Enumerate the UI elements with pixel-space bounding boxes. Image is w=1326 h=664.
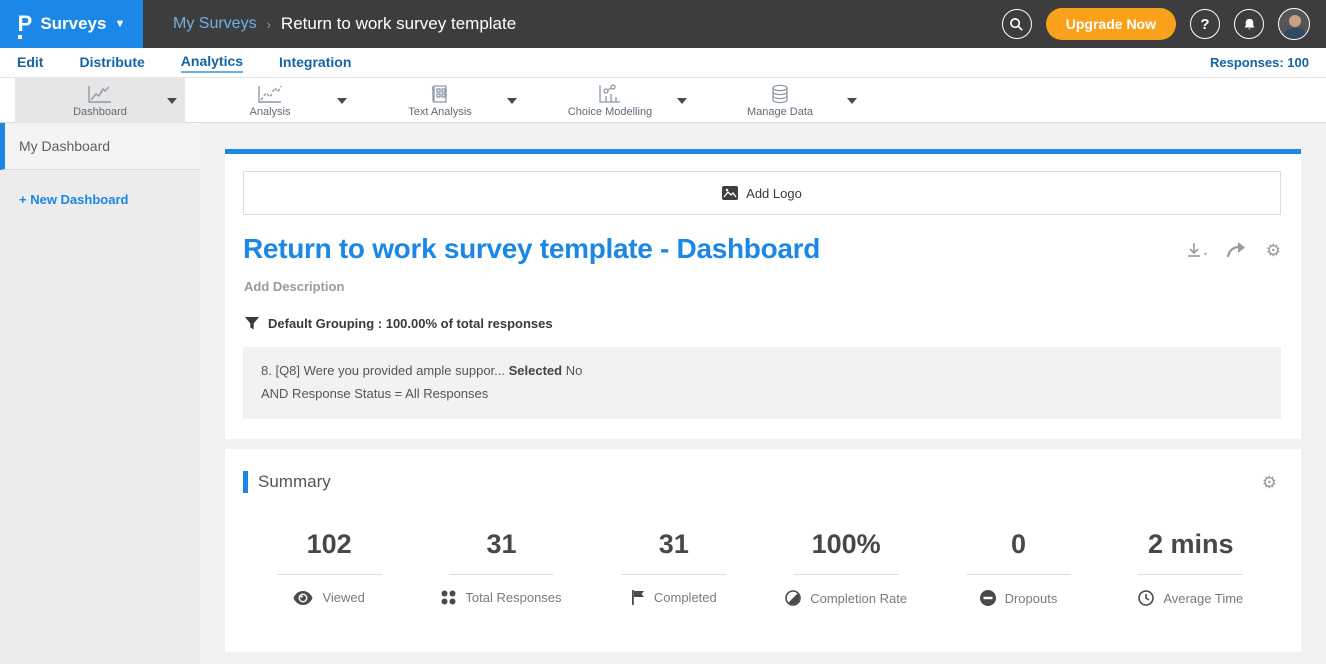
app-name: Surveys [40, 14, 106, 34]
chevron-down-icon[interactable] [337, 98, 347, 104]
toolbar-text-analysis[interactable]: Text Analysis [355, 78, 525, 123]
stat-label: Total Responses [465, 590, 561, 605]
add-description-button[interactable]: Add Description [244, 279, 1281, 294]
minus-circle-icon [980, 590, 996, 606]
top-header: P Surveys ▼ My Surveys › Return to work … [0, 0, 1326, 48]
chevron-down-icon[interactable] [847, 98, 857, 104]
database-icon [770, 84, 790, 104]
breadcrumb: My Surveys › Return to work survey templ… [173, 14, 516, 34]
dashboard-header-card: Add Logo Return to work survey template … [225, 149, 1301, 439]
stat-total-responses: 31 Total Responses [415, 529, 587, 606]
stat-label: Completion Rate [810, 591, 907, 606]
half-circle-icon [785, 590, 801, 606]
filter-funnel-icon [245, 317, 259, 331]
new-dashboard-button[interactable]: + New Dashboard [0, 170, 200, 207]
stat-label: Average Time [1163, 591, 1243, 606]
stat-label: Completed [654, 590, 717, 605]
stat-viewed: 102 Viewed [243, 529, 415, 606]
summary-title: Summary [258, 472, 331, 492]
image-icon [722, 186, 738, 200]
responses-count[interactable]: Responses: 100 [1210, 55, 1309, 70]
stat-value: 100% [812, 529, 881, 560]
settings-gear-icon[interactable]: ⚙ [1266, 242, 1281, 259]
stat-value: 102 [307, 529, 352, 560]
stat-completion-rate: 100% Completion Rate [760, 529, 932, 606]
toolbar-choice-modelling[interactable]: Choice Modelling [525, 78, 695, 123]
scatter-chart-icon [598, 84, 622, 104]
eye-icon [293, 591, 313, 605]
summary-stats: 102 Viewed 31 [243, 529, 1277, 606]
stat-label: Dropouts [1005, 591, 1058, 606]
breadcrumb-separator: › [267, 17, 271, 32]
share-icon[interactable] [1226, 241, 1248, 259]
dashboard-title[interactable]: Return to work survey template - Dashboa… [243, 233, 820, 265]
tab-integration[interactable]: Integration [279, 54, 351, 72]
stat-average-time: 2 mins Average Time [1105, 529, 1277, 606]
toolbar-manage-data[interactable]: Manage Data [695, 78, 865, 123]
tab-edit[interactable]: Edit [17, 54, 43, 72]
sidebar-item-my-dashboard[interactable]: My Dashboard [0, 123, 200, 170]
filter-condition-1: 8. [Q8] Were you provided ample suppor..… [261, 359, 1263, 382]
filter-condition-2: AND Response Status = All Responses [261, 382, 1263, 405]
breadcrumb-current: Return to work survey template [281, 14, 516, 34]
flag-icon [631, 590, 645, 605]
add-logo-button[interactable]: Add Logo [243, 171, 1281, 215]
default-grouping-label[interactable]: Default Grouping : 100.00% of total resp… [268, 316, 553, 331]
help-icon[interactable]: ? [1190, 9, 1220, 39]
dashboard-content: Add Logo Return to work survey template … [200, 123, 1326, 664]
dots-grid-icon [441, 590, 456, 605]
summary-card: Summary ⚙ 102 Viewed 31 [225, 449, 1301, 652]
line-chart-icon [87, 84, 113, 104]
summary-settings-gear-icon[interactable]: ⚙ [1262, 474, 1277, 491]
search-icon[interactable] [1002, 9, 1032, 39]
header-actions: Upgrade Now ? [1002, 8, 1326, 40]
app-logo[interactable]: P Surveys ▼ [0, 0, 143, 48]
stat-dropouts: 0 Dropouts [932, 529, 1104, 606]
tab-analytics[interactable]: Analytics [181, 53, 243, 73]
trend-chart-icon [257, 84, 283, 104]
stat-value: 0 [1011, 529, 1026, 560]
upgrade-now-button[interactable]: Upgrade Now [1046, 8, 1176, 40]
filter-conditions-box: 8. [Q8] Were you provided ample suppor..… [243, 347, 1281, 419]
stat-value: 31 [486, 529, 516, 560]
survey-nav: Edit Distribute Analytics Integration Re… [0, 48, 1326, 78]
toolbar-dashboard[interactable]: Dashboard [15, 78, 185, 123]
stat-value: 31 [659, 529, 689, 560]
download-icon[interactable] [1186, 241, 1208, 259]
dashboard-sidebar: My Dashboard + New Dashboard [0, 123, 200, 664]
breadcrumb-my-surveys[interactable]: My Surveys [173, 15, 257, 33]
stat-label: Viewed [322, 590, 364, 605]
tab-distribute[interactable]: Distribute [79, 54, 144, 72]
notifications-bell-icon[interactable] [1234, 9, 1264, 39]
document-icon [430, 84, 450, 104]
analytics-toolbar: Dashboard Analysis Text Analysis Choice … [0, 78, 1326, 123]
chevron-down-icon[interactable] [167, 98, 177, 104]
chevron-down-icon[interactable]: ▼ [114, 18, 125, 30]
user-avatar[interactable] [1278, 8, 1310, 40]
stat-completed: 31 Completed [588, 529, 760, 606]
chevron-down-icon[interactable] [677, 98, 687, 104]
summary-accent-bar [243, 471, 248, 493]
stat-value: 2 mins [1148, 529, 1234, 560]
clock-icon [1138, 590, 1154, 606]
toolbar-analysis[interactable]: Analysis [185, 78, 355, 123]
brand-icon: P [18, 13, 33, 35]
chevron-down-icon[interactable] [507, 98, 517, 104]
